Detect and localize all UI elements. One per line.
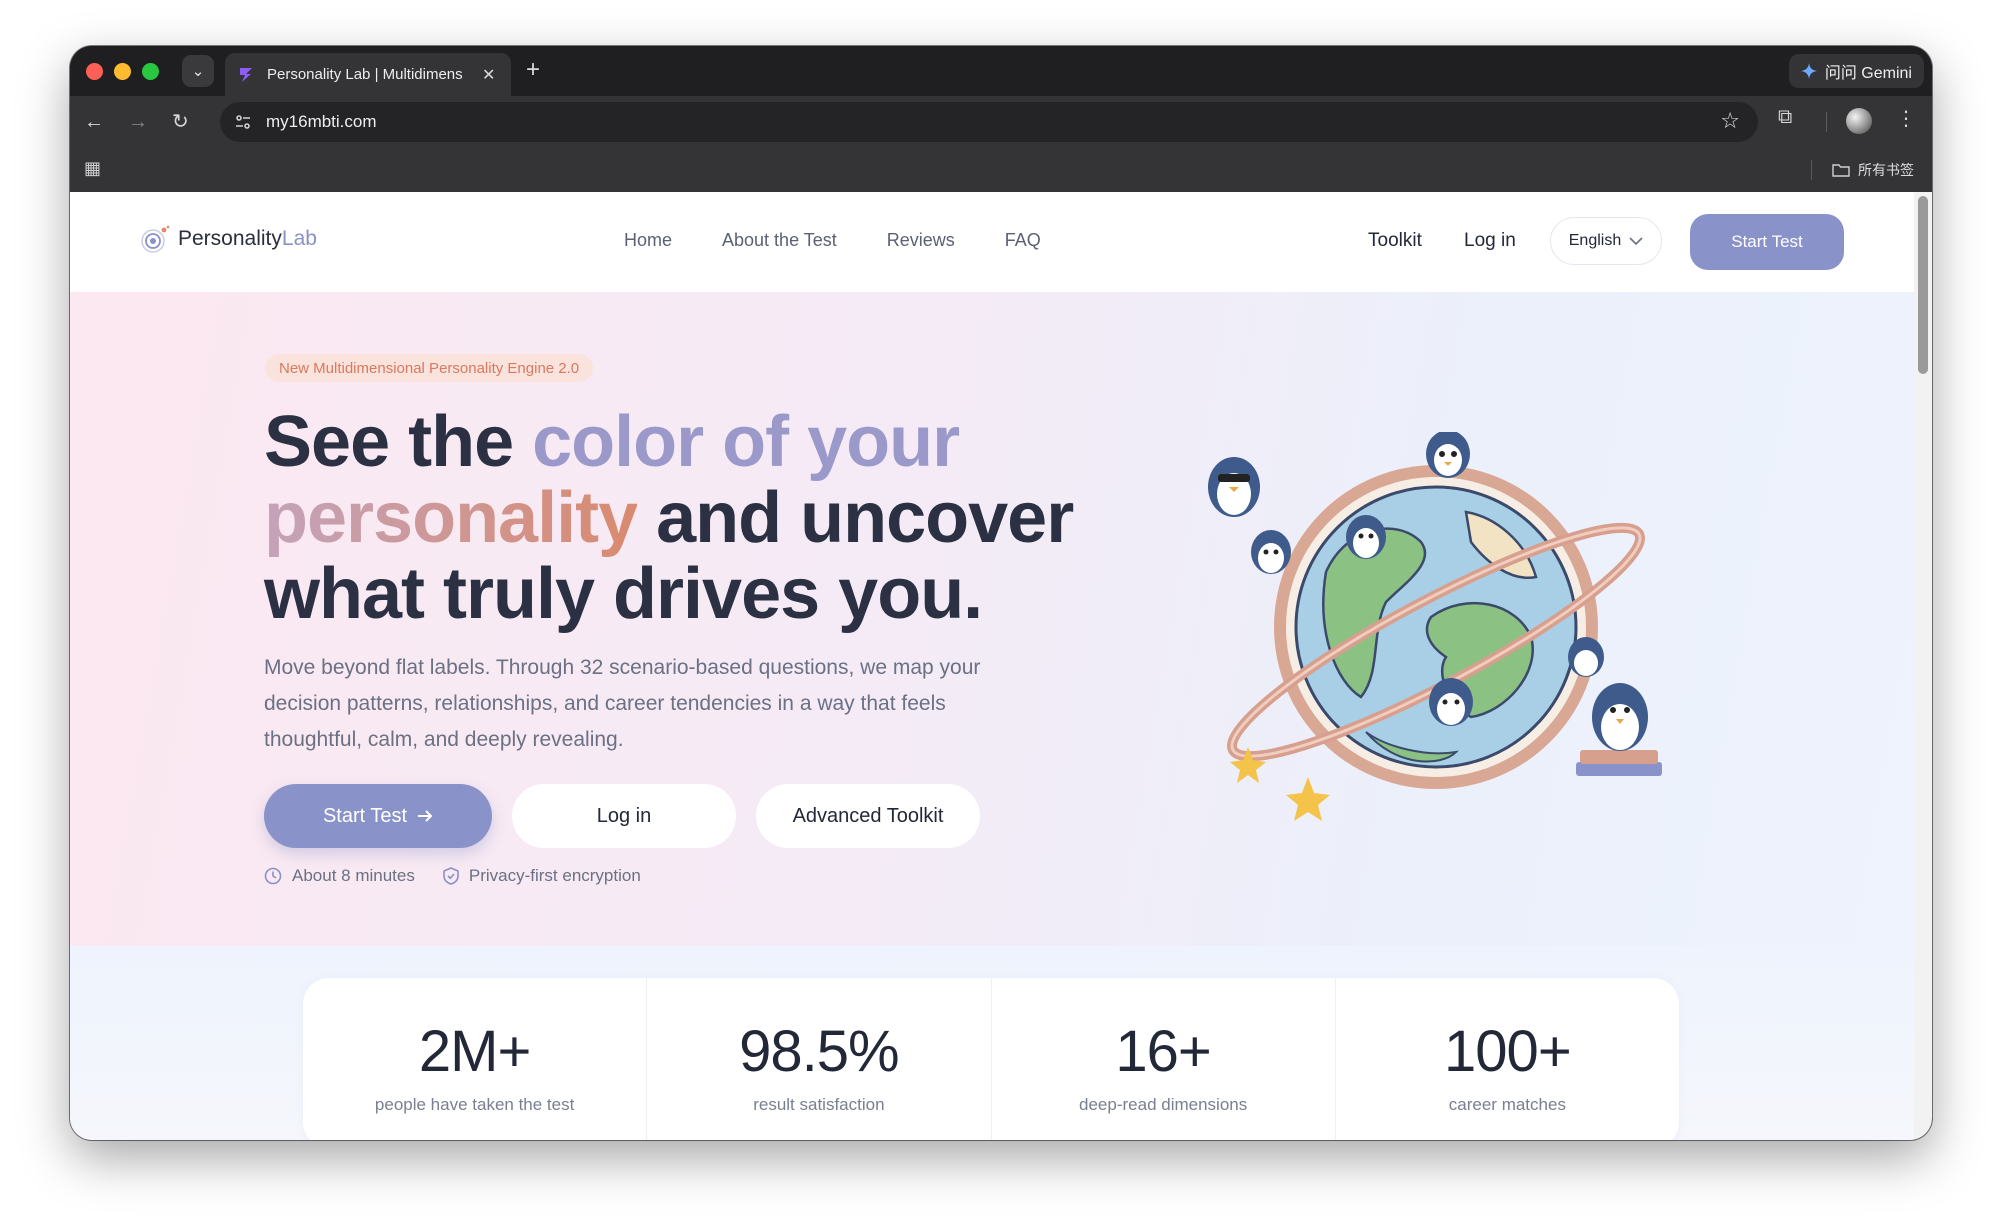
extensions-icon[interactable]: ⧉ xyxy=(1778,106,1792,129)
penguin-sunglasses-icon xyxy=(1208,457,1260,517)
stat-label: career matches xyxy=(1448,1095,1566,1114)
browser-window: ⌄ Personality Lab | Multidimens ✕ + 问问 G… xyxy=(70,46,1932,1140)
logo-target-icon xyxy=(141,225,170,253)
penguin-right-icon xyxy=(1568,637,1604,677)
apps-grid-icon[interactable]: ▦ xyxy=(84,158,101,179)
toolkit-link[interactable]: Toolkit xyxy=(1368,230,1422,252)
reload-icon[interactable]: ↻ xyxy=(172,108,189,136)
hero-login-button[interactable]: Log in xyxy=(512,784,736,848)
language-select[interactable]: English xyxy=(1550,217,1662,265)
address-bar[interactable]: my16mbti.com ☆ xyxy=(220,102,1758,142)
penguin-left-icon xyxy=(1251,530,1291,574)
headline-part-3: personality xyxy=(264,478,638,558)
header-start-test-button[interactable]: Start Test xyxy=(1690,214,1844,270)
new-tab-button[interactable]: + xyxy=(526,56,540,84)
all-bookmarks-label: 所有书签 xyxy=(1858,162,1914,178)
bookmarks-bar: ▦ 所有书签 xyxy=(70,148,1932,192)
more-menu-icon[interactable]: ⋮ xyxy=(1896,106,1916,131)
header-login-link[interactable]: Log in xyxy=(1464,230,1516,252)
hero-meta-row: About 8 minutes Privacy-first encryption xyxy=(264,866,641,886)
page-viewport: PersonalityLab Home About the Test Revie… xyxy=(70,192,1914,1140)
tab-bar: ⌄ Personality Lab | Multidimens ✕ + 问问 G… xyxy=(70,46,1932,96)
hero-headline: See the color of your personality and unc… xyxy=(264,404,1164,632)
penguin-books-icon xyxy=(1576,683,1662,776)
active-tab[interactable]: Personality Lab | Multidimens ✕ xyxy=(225,53,511,96)
language-label: English xyxy=(1568,232,1622,249)
stat-item: 98.5% result satisfaction xyxy=(647,978,992,1140)
hero-start-test-button[interactable]: Start Test xyxy=(264,784,492,848)
gemini-button[interactable]: 问问 Gemini xyxy=(1788,54,1924,88)
penguin-top-icon xyxy=(1426,432,1470,478)
headline-part-2: color of your xyxy=(532,402,960,482)
globe-penguins-illustration xyxy=(1208,432,1662,821)
logo-text: PersonalityLab xyxy=(178,227,317,251)
close-window-button[interactable] xyxy=(86,63,103,80)
stat-label: result satisfaction xyxy=(753,1095,885,1114)
hero-start-test-label: Start Test xyxy=(322,804,408,827)
site-favicon-icon xyxy=(240,67,252,82)
url-text: my16mbti.com xyxy=(266,112,377,131)
folder-icon xyxy=(1832,164,1850,177)
stat-label: deep-read dimensions xyxy=(1079,1095,1248,1114)
tab-title: Personality Lab | Multidimens xyxy=(267,66,463,83)
hero-cta-row: Start Test Log in Advanced Toolkit xyxy=(264,784,980,848)
stat-value: 16+ xyxy=(1115,1019,1211,1084)
all-bookmarks-button[interactable]: 所有书签 xyxy=(1832,160,1914,180)
hero-subcopy: Move beyond flat labels. Through 32 scen… xyxy=(264,656,981,751)
penguin-bottom-icon xyxy=(1429,678,1473,726)
tab-close-icon[interactable]: ✕ xyxy=(482,65,495,85)
logo-text-accent: Lab xyxy=(281,227,317,250)
tab-search-chevron-icon[interactable]: ⌄ xyxy=(182,55,214,87)
clock-icon xyxy=(264,867,282,885)
stat-item: 16+ deep-read dimensions xyxy=(992,978,1336,1140)
gemini-label: 问问 Gemini xyxy=(1824,65,1912,82)
stat-value: 100+ xyxy=(1444,1019,1572,1084)
stat-item: 100+ career matches xyxy=(1336,978,1679,1140)
minimize-window-button[interactable] xyxy=(114,63,131,80)
site-header: PersonalityLab Home About the Test Revie… xyxy=(70,192,1914,292)
nav-about-the-test[interactable]: About the Test xyxy=(722,230,837,251)
nav-home[interactable]: Home xyxy=(624,230,672,251)
meta-privacy-label: Privacy-first encryption xyxy=(468,866,641,885)
back-arrow-icon[interactable]: ← xyxy=(84,108,104,136)
arrow-right-icon xyxy=(418,810,433,822)
star-icon xyxy=(1286,777,1330,821)
page-scrollbar-thumb[interactable] xyxy=(1918,196,1928,374)
engine-badge: New Multidimensional Personality Engine … xyxy=(265,354,594,382)
bookmarks-divider xyxy=(1811,160,1812,180)
headline-part-1: See the xyxy=(264,402,533,482)
hero-section: New Multidimensional Personality Engine … xyxy=(70,292,1914,946)
advanced-toolkit-button[interactable]: Advanced Toolkit xyxy=(756,784,980,848)
logo-text-main: Personality xyxy=(178,227,282,250)
browser-toolbar: ← → ↻ my16mbti.com ☆ ⧉ ⋮ xyxy=(70,96,1932,148)
maximize-window-button[interactable] xyxy=(142,63,159,80)
meta-privacy: Privacy-first encryption xyxy=(443,866,641,886)
toolbar-divider xyxy=(1826,112,1827,132)
nav-reviews[interactable]: Reviews xyxy=(887,230,955,251)
meta-time-label: About 8 minutes xyxy=(292,866,415,885)
bookmark-star-icon[interactable]: ☆ xyxy=(1720,108,1740,134)
nav-faq[interactable]: FAQ xyxy=(1005,230,1041,251)
stat-label: people have taken the test xyxy=(374,1095,575,1114)
forward-arrow-icon[interactable]: → xyxy=(128,108,148,136)
shield-check-icon xyxy=(443,867,459,885)
stat-value: 2M+ xyxy=(418,1019,531,1084)
stat-value: 98.5% xyxy=(739,1019,899,1084)
site-info-icon[interactable] xyxy=(234,113,252,131)
main-nav: Home About the Test Reviews FAQ xyxy=(624,230,1041,251)
stat-item: 2M+ people have taken the test xyxy=(303,978,648,1140)
meta-time: About 8 minutes xyxy=(264,866,415,886)
penguin-center-icon xyxy=(1346,515,1386,559)
gemini-sparkle-icon xyxy=(1800,63,1817,79)
chevron-down-icon xyxy=(1629,237,1643,246)
stats-card: 2M+ people have taken the test 98.5% res… xyxy=(303,978,1679,1140)
profile-avatar[interactable] xyxy=(1846,108,1872,134)
site-logo[interactable]: PersonalityLab xyxy=(140,224,317,254)
